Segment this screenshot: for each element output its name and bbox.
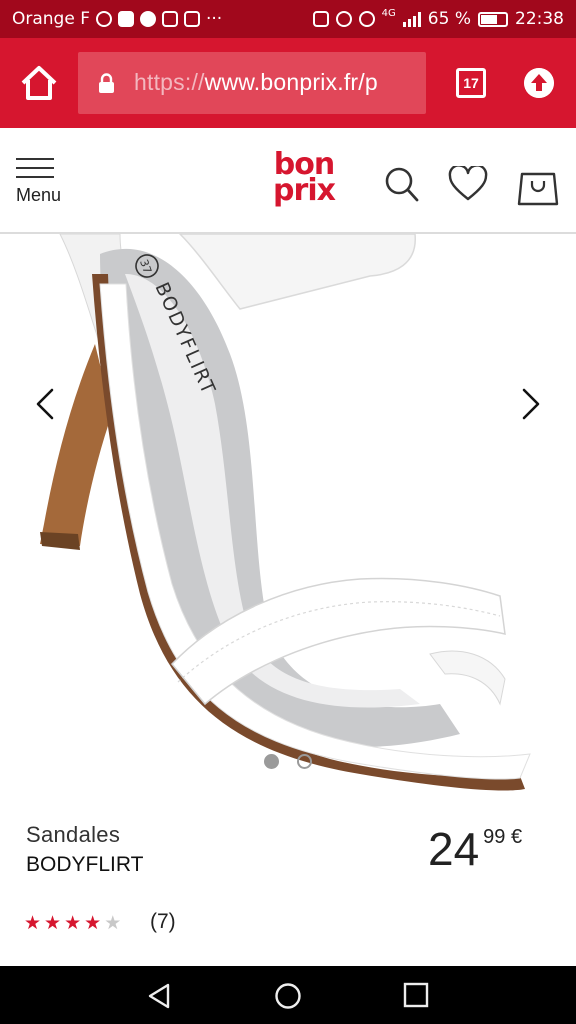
home-icon[interactable] <box>20 65 58 101</box>
star-empty-icon: ★ <box>104 913 122 934</box>
carrier-label: Orange F <box>12 9 90 29</box>
signal-icon <box>402 11 421 27</box>
clock: 22:38 <box>515 9 564 29</box>
star-filled-icon: ★ <box>24 913 42 934</box>
product-brand[interactable]: BODYFLIRT <box>26 853 143 877</box>
url-text: https://www.bonprix.fr/p <box>134 69 378 96</box>
status-bar: Orange F ··· 4G 65 % 22:38 <box>0 0 576 38</box>
url-host: www.bonprix.fr/p <box>204 69 378 95</box>
more-notifications-icon: ··· <box>206 9 223 29</box>
mail-notification-icon <box>96 11 112 27</box>
gallery-pagination <box>264 754 312 769</box>
star-filled-icon: ★ <box>64 913 82 934</box>
battery-icon <box>478 11 508 27</box>
hamburger-icon <box>16 158 66 178</box>
price-integer: 24 <box>428 823 480 875</box>
alarm-icon <box>335 11 352 27</box>
nfc-icon <box>312 11 329 27</box>
tab-switcher-button[interactable]: 17 <box>456 68 486 98</box>
back-nav-icon[interactable] <box>146 982 174 1010</box>
system-nav-bar <box>0 966 576 1024</box>
network-type: 4G <box>381 7 396 19</box>
menu-label: Menu <box>16 185 62 205</box>
product-name: Sandales <box>26 822 121 847</box>
star-filled-icon: ★ <box>84 913 102 934</box>
next-image-icon[interactable] <box>516 384 546 424</box>
game-notification-icon <box>162 11 178 27</box>
pagination-dot-2[interactable] <box>297 754 312 769</box>
star-filled-icon: ★ <box>44 913 62 934</box>
product-price: 24 99 € <box>428 822 522 876</box>
home-nav-icon[interactable] <box>274 982 302 1010</box>
site-header: Menu bon prix <box>0 128 576 234</box>
pagination-dot-1[interactable] <box>264 754 279 769</box>
battery-percent: 65 % <box>427 9 471 29</box>
download-notification-icon <box>184 11 200 27</box>
url-field[interactable]: https://www.bonprix.fr/p <box>78 52 426 114</box>
product-image: 37 BODYFLIRT <box>40 234 531 791</box>
menu-button[interactable]: Menu <box>16 158 66 206</box>
browser-toolbar: https://www.bonprix.fr/p 17 <box>0 38 576 128</box>
eye-comfort-icon <box>358 11 375 27</box>
recents-nav-icon[interactable] <box>403 982 429 1008</box>
bonprix-logo[interactable]: bon prix <box>264 150 344 212</box>
app-notification-icon <box>140 11 156 27</box>
url-protocol: https:// <box>134 69 205 95</box>
review-count[interactable]: (7) <box>150 910 176 934</box>
rating-stars[interactable]: ★ ★ ★ ★ ★ <box>24 914 121 933</box>
previous-image-icon[interactable] <box>30 384 60 424</box>
upload-icon[interactable] <box>524 68 554 98</box>
search-icon[interactable] <box>384 166 420 204</box>
wishlist-heart-icon[interactable] <box>448 166 488 202</box>
youtube-notification-icon <box>118 11 134 27</box>
price-decimal: 99 € <box>483 826 523 848</box>
shopping-bag-icon[interactable] <box>516 164 560 208</box>
lock-icon <box>99 73 114 93</box>
product-gallery[interactable]: 37 BODYFLIRT <box>0 234 576 794</box>
logo-line-2: prix <box>273 173 336 208</box>
